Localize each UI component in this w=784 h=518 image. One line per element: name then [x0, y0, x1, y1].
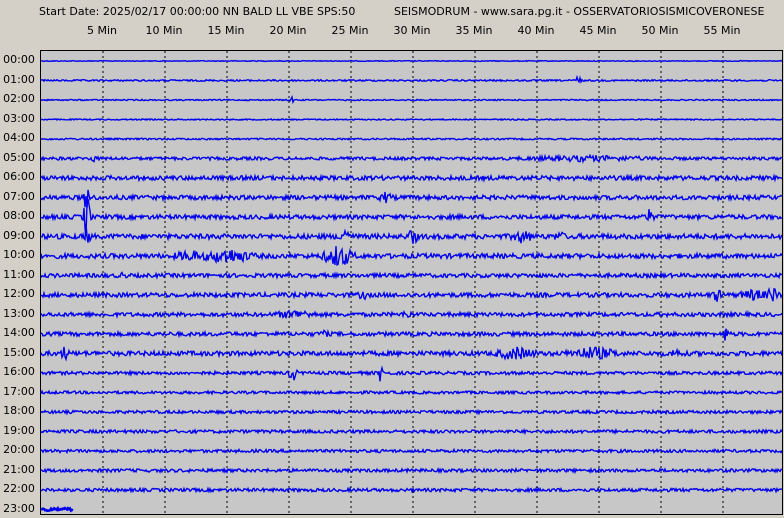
hour-label-18: 18:00 [3, 404, 35, 417]
hour-label-23: 23:00 [3, 501, 35, 515]
hour-label-07: 07:00 [3, 189, 35, 203]
hour-label-08: 08:00 [3, 209, 35, 222]
hour-label-21: 21:00 [3, 462, 35, 476]
trace-1900 [41, 427, 782, 436]
minute-label-50: 50 Min [641, 24, 679, 37]
trace-1300 [41, 309, 782, 320]
hour-label-13: 13:00 [3, 306, 35, 320]
trace-0100 [41, 74, 782, 84]
hour-label-19: 19:00 [3, 423, 35, 437]
trace-1800 [41, 408, 782, 416]
hour-label-17: 17:00 [3, 384, 35, 398]
hour-label-12: 12:00 [3, 287, 35, 300]
header: Start Date: 2025/02/17 00:00:00 NN BALD … [0, 0, 784, 50]
hour-label-06: 06:00 [3, 170, 35, 183]
trace-1500 [41, 345, 782, 362]
hour-label-22: 22:00 [3, 482, 35, 495]
trace-1700 [41, 389, 782, 396]
minute-label-25: 25 Min [331, 24, 369, 37]
trace-1400 [41, 328, 782, 341]
trace-0300 [41, 117, 782, 122]
minute-label-15: 15 Min [207, 24, 245, 37]
minute-label-5: 5 Min [86, 24, 117, 37]
start-date-info: Start Date: 2025/02/17 00:00:00 NN BALD … [39, 5, 356, 18]
seismogram-canvas [41, 51, 782, 514]
minute-label-40: 40 Min [517, 24, 555, 37]
minute-label-35: 35 Min [455, 24, 493, 37]
hour-label-14: 14:00 [3, 326, 35, 339]
minute-label-10: 10 Min [145, 24, 183, 37]
trace-1600 [41, 365, 782, 382]
minute-label-20: 20 Min [269, 24, 307, 37]
trace-0400 [41, 137, 782, 141]
station-info: SEISMODRUM - www.sara.pg.it - OSSERVATOR… [394, 5, 765, 18]
minute-label-45: 45 Min [579, 24, 617, 37]
trace-1200 [41, 286, 782, 302]
hour-label-00: 00:00 [3, 53, 35, 66]
hour-label-15: 15:00 [3, 345, 35, 359]
trace-2000 [41, 447, 782, 455]
trace-1100 [41, 271, 782, 280]
trace-2200 [41, 486, 782, 494]
seismogram-plot [40, 50, 783, 515]
trace-2300 [41, 505, 74, 513]
hour-label-01: 01:00 [3, 72, 35, 86]
minute-label-30: 30 Min [393, 24, 431, 37]
hour-label-10: 10:00 [3, 248, 35, 261]
trace-0700 [41, 189, 782, 208]
hour-label-04: 04:00 [3, 131, 35, 144]
hour-label-03: 03:00 [3, 111, 35, 125]
trace-0900 [41, 224, 782, 245]
trace-0200 [41, 94, 782, 105]
hour-label-20: 20:00 [3, 443, 35, 456]
trace-0600 [41, 173, 782, 183]
hour-label-11: 11:00 [3, 267, 35, 281]
minute-label-55: 55 Min [703, 24, 741, 37]
trace-1000 [41, 246, 782, 267]
hour-label-02: 02:00 [3, 92, 35, 105]
hour-label-05: 05:00 [3, 150, 35, 164]
hour-label-16: 16:00 [3, 365, 35, 378]
trace-2100 [41, 466, 782, 475]
trace-0500 [41, 153, 782, 164]
trace-0000 [41, 59, 782, 63]
hour-label-09: 09:00 [3, 228, 35, 242]
